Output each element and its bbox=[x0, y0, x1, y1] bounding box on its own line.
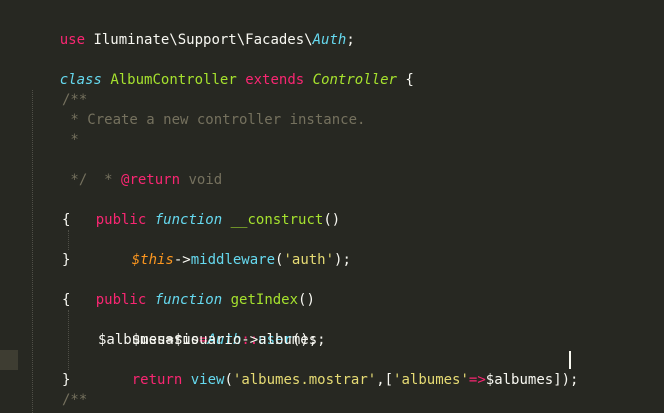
code-line-statement[interactable]: $this->middleware('auth'); bbox=[98, 230, 351, 268]
code-line-comment[interactable]: * Create a new controller instance. bbox=[62, 110, 365, 130]
operator: -> bbox=[173, 252, 191, 268]
keyword: use bbox=[59, 32, 86, 48]
method-call: middleware bbox=[190, 252, 276, 268]
text-cursor bbox=[569, 351, 571, 369]
this-variable: $this bbox=[131, 252, 174, 268]
string-literal: 'auth' bbox=[283, 252, 335, 268]
keyword: function bbox=[154, 212, 223, 228]
function-name: __construct bbox=[230, 212, 324, 228]
string-literal: 'albumes' bbox=[393, 372, 469, 388]
keyword: function bbox=[154, 292, 223, 308]
comment-text: * bbox=[95, 172, 122, 188]
string-literal: 'albumes.mostrar' bbox=[232, 372, 377, 388]
punctuation: ( bbox=[224, 372, 233, 388]
comment-text: void bbox=[180, 172, 223, 188]
brace: { bbox=[405, 72, 414, 88]
keyword: extends bbox=[245, 72, 305, 88]
code-line-use[interactable]: use Iluminate\Support\Facades\Auth; bbox=[26, 10, 355, 48]
keyword: return bbox=[131, 372, 183, 388]
class-name: Auth bbox=[312, 32, 347, 48]
code-line-comment[interactable]: */ bbox=[62, 170, 87, 190]
punctuation: ,[ bbox=[376, 372, 394, 388]
code-line-statement[interactable]: $usuario=Auth::user(); bbox=[98, 310, 317, 348]
parent-class-name: Controller bbox=[312, 72, 397, 88]
punctuation: () bbox=[323, 212, 341, 228]
doc-tag: @return bbox=[121, 172, 181, 188]
code-line-method-signature[interactable]: public function __construct() bbox=[62, 190, 340, 228]
current-line-gutter-marker bbox=[0, 350, 18, 370]
code-line-brace[interactable]: { bbox=[62, 290, 70, 310]
namespace-path: Iluminate\Support\Facades\ bbox=[85, 32, 313, 48]
variable: $albumes bbox=[485, 372, 554, 388]
keyword: public bbox=[95, 292, 147, 308]
code-line-comment[interactable]: /** bbox=[62, 390, 87, 410]
punctuation: () bbox=[298, 292, 315, 308]
keyword: public bbox=[95, 212, 147, 228]
indent-guide bbox=[32, 90, 33, 413]
code-line-statement[interactable]: $albumes=$usuario->albumes; bbox=[98, 330, 326, 350]
punctuation: ; bbox=[346, 32, 355, 48]
keyword: class bbox=[59, 72, 102, 88]
code-line-brace[interactable]: } bbox=[62, 370, 70, 390]
punctuation: ]); bbox=[553, 372, 579, 388]
code-line-comment[interactable]: * @return void bbox=[62, 150, 222, 188]
code-line-class[interactable]: class AlbumController extends Controller… bbox=[26, 50, 414, 88]
code-editor[interactable]: use Iluminate\Support\Facades\Auth; clas… bbox=[0, 0, 664, 413]
class-name: AlbumController bbox=[110, 72, 237, 88]
code-line-brace[interactable]: } bbox=[62, 250, 70, 270]
function-call: view bbox=[190, 372, 225, 388]
function-name: getIndex bbox=[230, 292, 299, 308]
operator: => bbox=[468, 372, 486, 388]
code-line-comment[interactable]: * bbox=[62, 130, 78, 150]
code-line-method-signature[interactable]: public function getIndex() bbox=[62, 270, 315, 308]
punctuation: ); bbox=[334, 252, 351, 268]
code-line-comment[interactable]: /** bbox=[62, 90, 87, 110]
code-line-statement-current[interactable]: return view('albumes.mostrar',['albumes'… bbox=[98, 350, 579, 388]
code-line-brace[interactable]: { bbox=[62, 210, 70, 230]
